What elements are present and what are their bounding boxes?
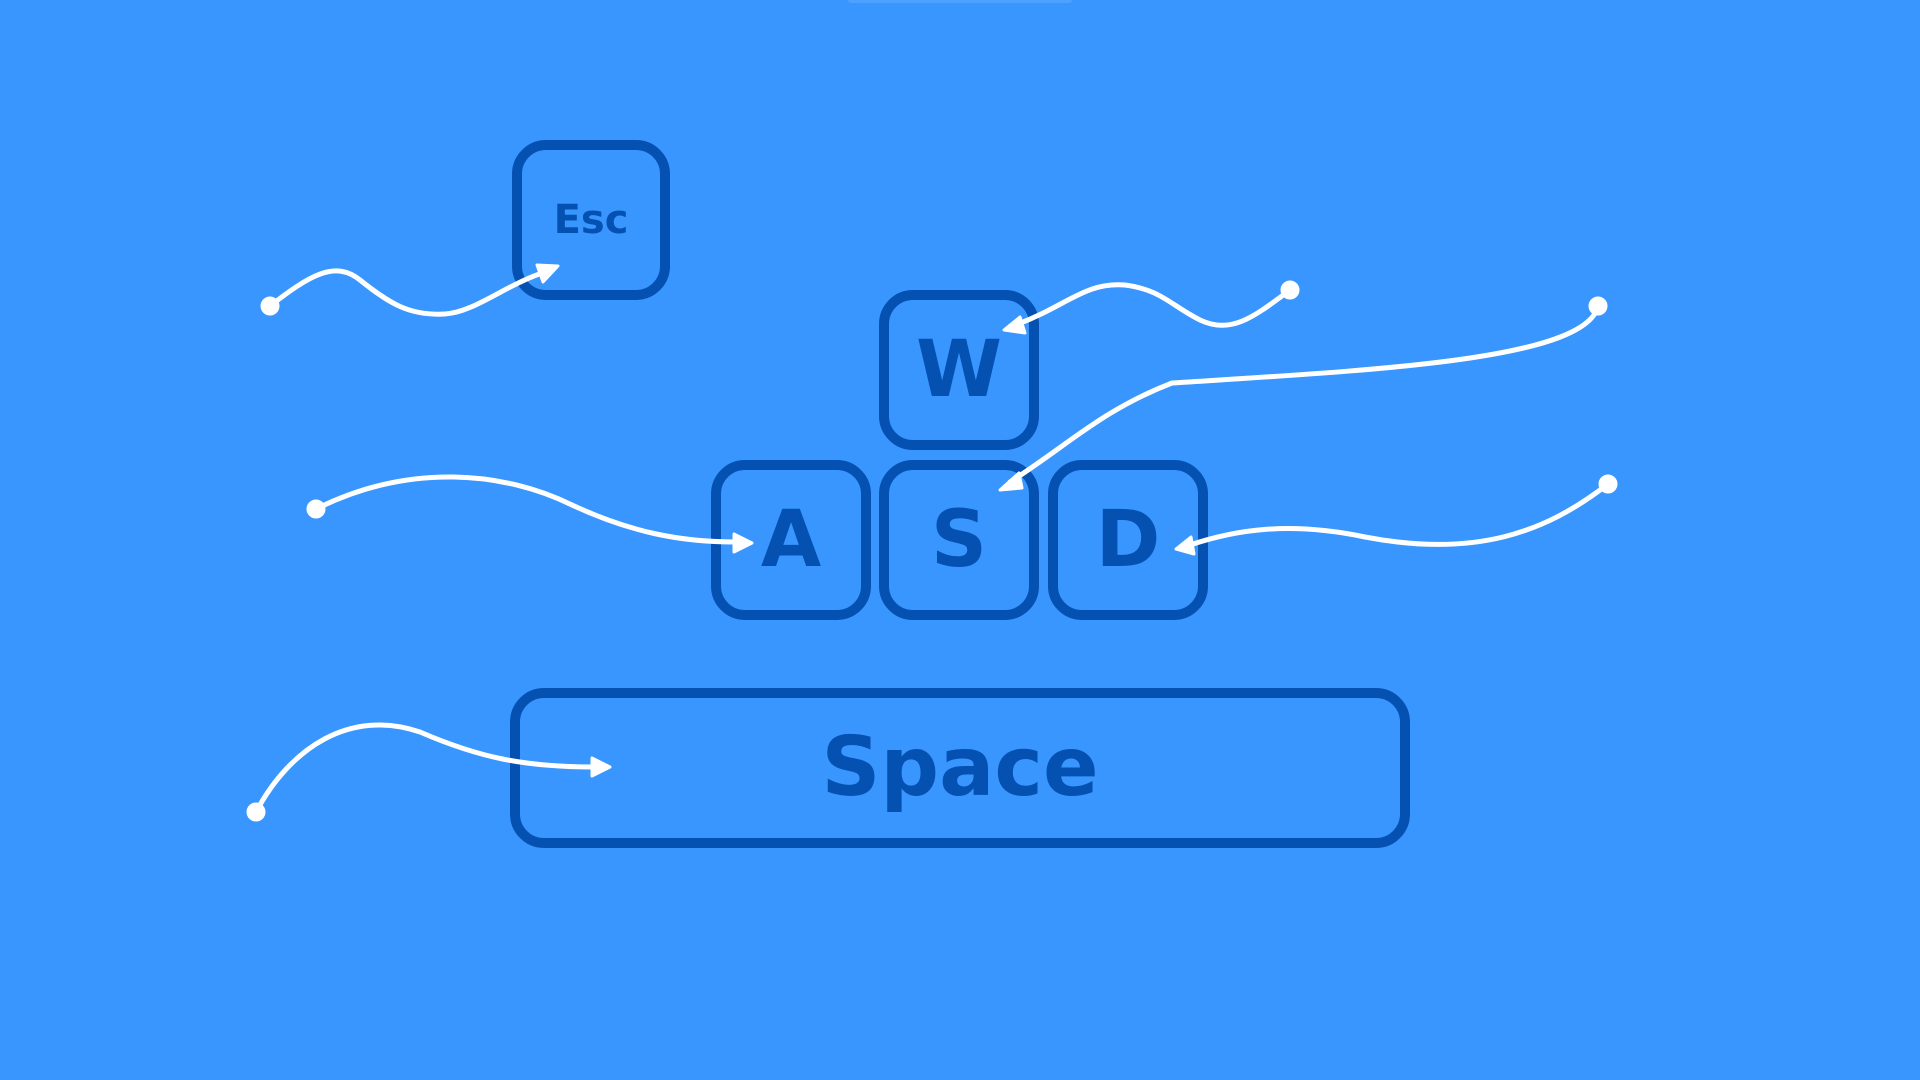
- esc-arrow-start-dot: [260, 296, 280, 316]
- top-tab-handle: [848, 0, 1072, 3]
- d-key[interactable]: D: [1048, 460, 1208, 620]
- s-key-label: S: [930, 495, 988, 585]
- a-key[interactable]: A: [711, 460, 871, 620]
- a-key-label: A: [760, 495, 822, 585]
- esc-key-label: Esc: [553, 197, 629, 243]
- s-arrow-path: [1007, 303, 1601, 485]
- a-arrow-start-dot: [306, 499, 326, 519]
- s-arrow-start-dot: [1588, 296, 1608, 316]
- d-arrow-start-dot: [1598, 474, 1618, 494]
- esc-key[interactable]: Esc: [512, 140, 670, 300]
- space-arrow-start-dot: [246, 802, 266, 822]
- w-key[interactable]: W: [879, 290, 1039, 450]
- space-key-label: Space: [821, 720, 1099, 815]
- esc-arrow-path: [267, 268, 548, 317]
- s-key[interactable]: S: [879, 460, 1039, 620]
- w-arrow-path: [1015, 282, 1293, 328]
- space-key[interactable]: Space: [510, 688, 1410, 848]
- d-key-label: D: [1095, 495, 1161, 585]
- w-arrow-start-dot: [1280, 280, 1300, 300]
- d-arrow-path: [1187, 481, 1611, 548]
- w-key-label: W: [915, 325, 1003, 415]
- a-arrow-path: [313, 474, 738, 545]
